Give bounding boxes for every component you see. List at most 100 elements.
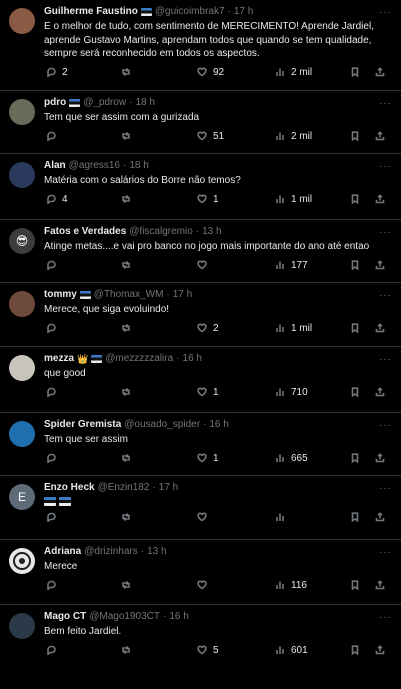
- views-button[interactable]: [275, 512, 285, 522]
- like-button[interactable]: 51: [197, 131, 224, 142]
- more-options-icon[interactable]: ···: [379, 98, 392, 109]
- more-options-icon[interactable]: ···: [379, 354, 392, 365]
- timestamp[interactable]: 18 h: [129, 159, 148, 173]
- like-button[interactable]: 2: [197, 323, 219, 334]
- timestamp[interactable]: 13 h: [202, 225, 221, 239]
- timestamp[interactable]: 16 h: [169, 610, 188, 624]
- avatar[interactable]: [9, 8, 35, 34]
- share-button[interactable]: [375, 322, 385, 333]
- handle[interactable]: @guicoimbrak7: [155, 5, 225, 19]
- like-button[interactable]: 1: [197, 194, 219, 205]
- like-button[interactable]: [197, 512, 207, 522]
- reply-button[interactable]: 2: [46, 67, 68, 78]
- share-button[interactable]: [375, 644, 385, 655]
- share-button[interactable]: [375, 386, 385, 397]
- bookmark-button[interactable]: [350, 259, 360, 270]
- handle[interactable]: @Enzin182: [98, 481, 150, 495]
- share-button[interactable]: [375, 452, 385, 463]
- avatar[interactable]: [9, 548, 35, 574]
- like-button[interactable]: 5: [197, 645, 219, 656]
- share-button[interactable]: [375, 130, 385, 141]
- share-button[interactable]: [375, 512, 385, 522]
- share-button[interactable]: [375, 193, 385, 204]
- views-button[interactable]: 665: [275, 453, 308, 464]
- more-options-icon[interactable]: ···: [379, 483, 392, 494]
- display-name[interactable]: Fatos e Verdades: [44, 225, 126, 239]
- tweet[interactable]: E Enzo Heck @Enzin182 · 17 h ···: [0, 476, 401, 540]
- display-name[interactable]: Adriana: [44, 545, 81, 559]
- avatar[interactable]: E: [9, 484, 35, 510]
- tweet[interactable]: Alan @agress16 · 18 h ··· Matéria com o …: [0, 154, 401, 220]
- retweet-button[interactable]: [121, 512, 131, 522]
- handle[interactable]: @ousado_spider: [124, 418, 200, 432]
- reply-button[interactable]: 4: [46, 194, 68, 205]
- like-button[interactable]: 1: [197, 453, 219, 464]
- avatar[interactable]: 😎: [9, 228, 35, 254]
- timestamp[interactable]: 18 h: [136, 96, 155, 110]
- display-name[interactable]: Alan: [44, 159, 66, 173]
- retweet-button[interactable]: [121, 67, 137, 77]
- more-options-icon[interactable]: ···: [379, 420, 392, 431]
- share-button[interactable]: [375, 579, 385, 590]
- tweet[interactable]: Mago CT @Mago1903CT · 16 h ··· Bem feito…: [0, 605, 401, 665]
- bookmark-button[interactable]: [350, 579, 360, 590]
- more-options-icon[interactable]: ···: [379, 547, 392, 558]
- timestamp[interactable]: 13 h: [147, 545, 166, 559]
- display-name[interactable]: pdro: [44, 96, 66, 110]
- views-button[interactable]: 116: [275, 580, 307, 591]
- reply-button[interactable]: [46, 260, 62, 270]
- avatar[interactable]: [9, 421, 35, 447]
- retweet-button[interactable]: [121, 387, 137, 397]
- retweet-button[interactable]: [121, 194, 137, 204]
- display-name[interactable]: Enzo Heck: [44, 481, 95, 495]
- bookmark-button[interactable]: [350, 386, 360, 397]
- display-name[interactable]: tommy: [44, 288, 77, 302]
- reply-button[interactable]: [46, 323, 62, 333]
- reply-button[interactable]: [46, 512, 56, 522]
- bookmark-button[interactable]: [350, 644, 360, 655]
- reply-button[interactable]: [46, 131, 62, 141]
- views-button[interactable]: 1 mil: [275, 194, 312, 205]
- like-button[interactable]: [197, 260, 213, 270]
- avatar[interactable]: [9, 355, 35, 381]
- avatar[interactable]: [9, 99, 35, 125]
- avatar[interactable]: [9, 162, 35, 188]
- views-button[interactable]: 2 mil: [275, 67, 312, 78]
- handle[interactable]: @mezzzzzalira: [105, 352, 173, 366]
- bookmark-button[interactable]: [350, 452, 360, 463]
- tweet[interactable]: pdro @_pdrow · 18 h ··· Tem que ser assi…: [0, 91, 401, 154]
- handle[interactable]: @drizinhars: [84, 545, 138, 559]
- handle[interactable]: @Mago1903CT: [89, 610, 160, 624]
- views-button[interactable]: 2 mil: [275, 131, 312, 142]
- timestamp[interactable]: 17 h: [234, 5, 253, 19]
- retweet-button[interactable]: [121, 645, 137, 655]
- views-button[interactable]: 710: [275, 387, 308, 398]
- views-button[interactable]: 1 mil: [275, 323, 312, 334]
- bookmark-button[interactable]: [350, 193, 360, 204]
- avatar[interactable]: [9, 613, 35, 639]
- tweet[interactable]: Guilherme Faustino @guicoimbrak7 · 17 h …: [0, 0, 401, 91]
- retweet-button[interactable]: [121, 260, 137, 270]
- tweet[interactable]: mezza 👑 @mezzzzzalira · 16 h ··· que goo…: [0, 347, 401, 413]
- views-button[interactable]: 601: [275, 645, 308, 656]
- more-options-icon[interactable]: ···: [379, 7, 392, 18]
- handle[interactable]: @fiscalgremio: [129, 225, 193, 239]
- handle[interactable]: @_pdrow: [83, 96, 126, 110]
- retweet-button[interactable]: [121, 323, 137, 333]
- like-button[interactable]: [197, 580, 213, 590]
- more-options-icon[interactable]: ···: [379, 161, 392, 172]
- handle[interactable]: @Thomax_WM: [94, 288, 164, 302]
- timestamp[interactable]: 17 h: [173, 288, 192, 302]
- tweet[interactable]: tommy @Thomax_WM · 17 h ··· Merece, que …: [0, 283, 401, 347]
- reply-button[interactable]: [46, 645, 62, 655]
- reply-button[interactable]: [46, 453, 62, 463]
- timestamp[interactable]: 17 h: [159, 481, 178, 495]
- timestamp[interactable]: 16 h: [183, 352, 202, 366]
- more-options-icon[interactable]: ···: [379, 612, 392, 623]
- more-options-icon[interactable]: ···: [379, 290, 392, 301]
- display-name[interactable]: Guilherme Faustino: [44, 5, 138, 19]
- display-name[interactable]: Mago CT: [44, 610, 86, 624]
- share-button[interactable]: [375, 66, 385, 77]
- bookmark-button[interactable]: [350, 512, 360, 522]
- views-button[interactable]: 177: [275, 260, 308, 271]
